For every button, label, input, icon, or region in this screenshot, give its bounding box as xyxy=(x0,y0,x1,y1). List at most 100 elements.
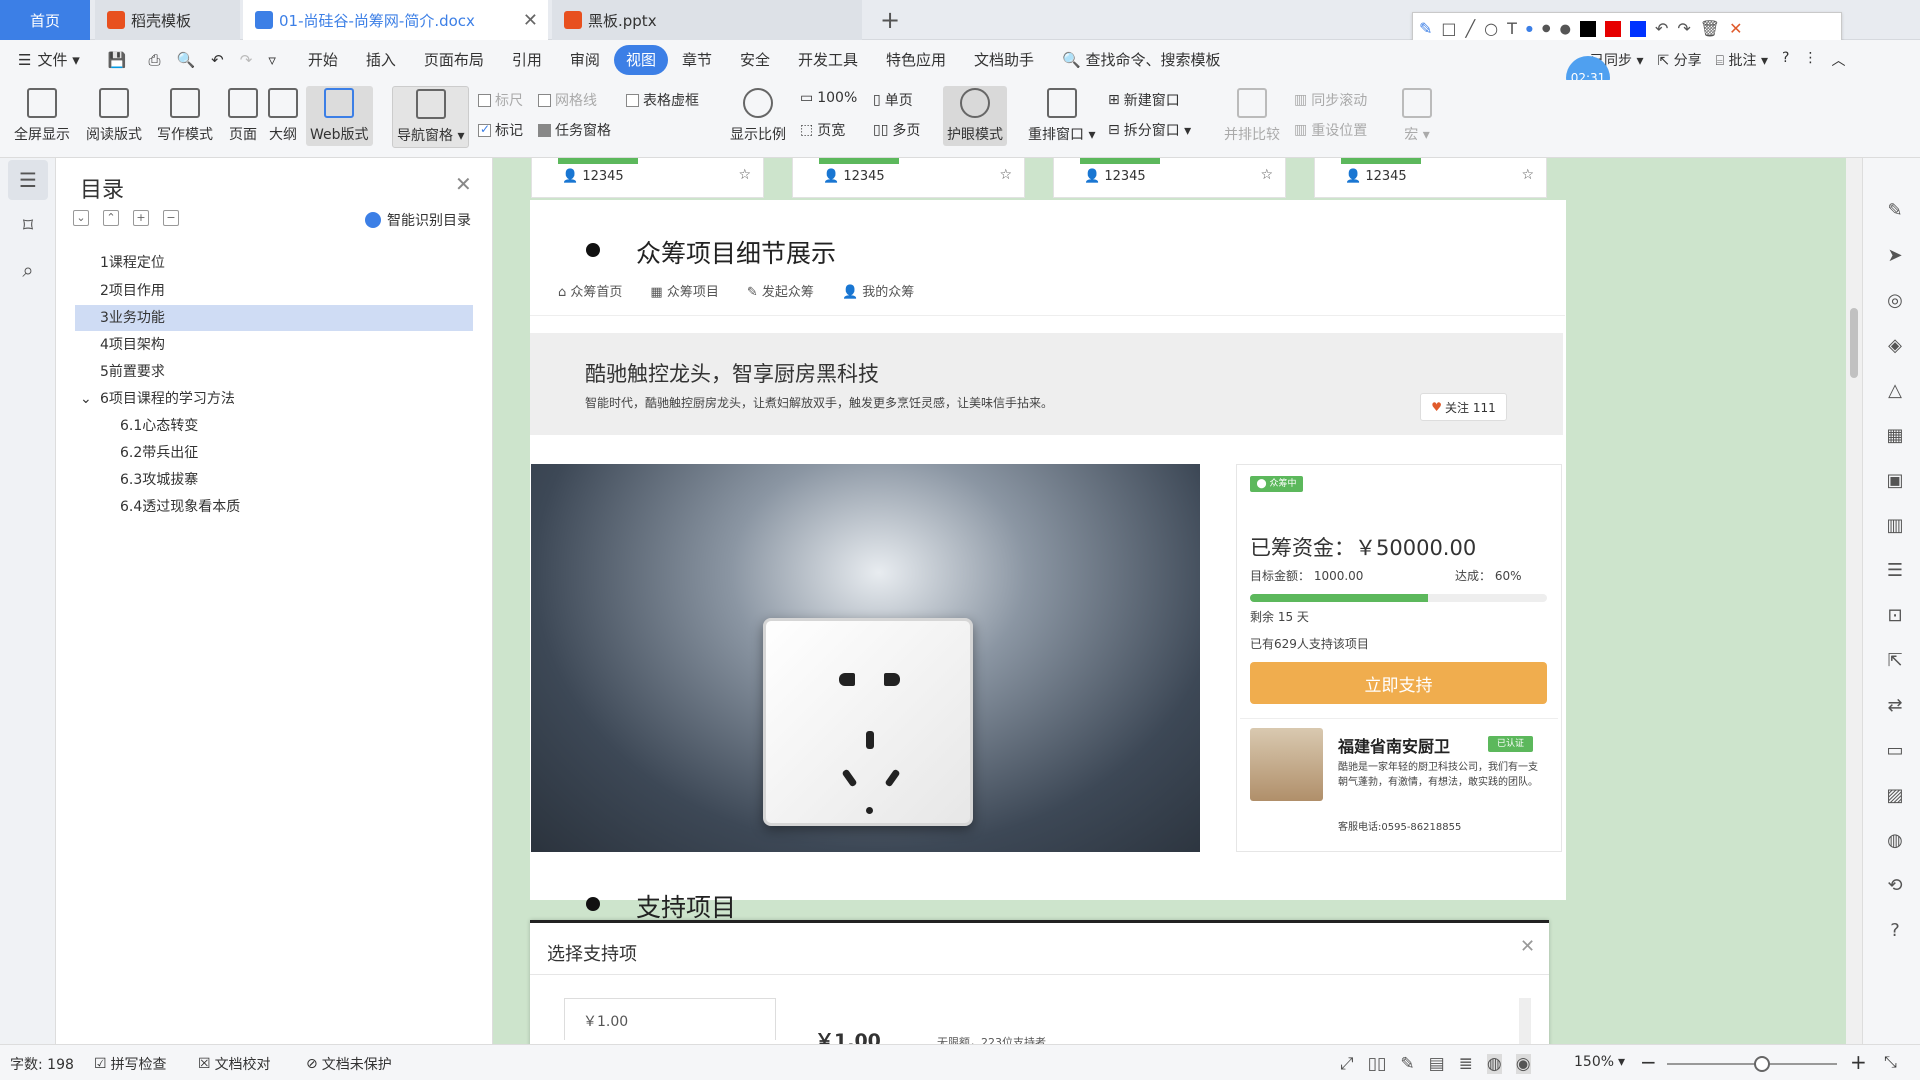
toc-item[interactable]: 6项目课程的学习方法 xyxy=(100,386,400,412)
outline-view-icon[interactable]: ≣ xyxy=(1459,1054,1473,1074)
page-view-button[interactable]: 页面 xyxy=(228,88,258,144)
project-card[interactable]: 👤 12345 ☆ xyxy=(1053,158,1286,198)
find-icon[interactable]: ⌕ xyxy=(8,250,48,290)
word-count[interactable]: 字数: 198 xyxy=(10,1054,74,1074)
menu-item[interactable]: 开发工具 xyxy=(784,45,872,75)
chart-icon[interactable]: ▥ xyxy=(1884,515,1906,537)
shield-icon[interactable]: ◍ xyxy=(1884,830,1906,852)
page-width-button[interactable]: ⬚ 页宽 xyxy=(800,120,845,140)
more-icon[interactable]: ⋮ xyxy=(1803,50,1817,70)
toc-item[interactable]: 6.3攻城拔寨 xyxy=(120,467,420,493)
print-icon[interactable]: ⎙ xyxy=(140,45,168,75)
proofread-button[interactable]: ☒ 文档校对 xyxy=(198,1054,271,1074)
color-blue-swatch[interactable] xyxy=(1629,21,1646,37)
dot-medium-icon[interactable]: ● xyxy=(1542,24,1551,34)
close-icon[interactable]: ✕ xyxy=(455,172,472,196)
history-icon[interactable]: ⟲ xyxy=(1884,875,1906,897)
toc-item[interactable]: 6.4透过现象看本质 xyxy=(120,494,420,520)
toc-item[interactable]: 5前置要求 xyxy=(100,359,400,385)
grid-icon[interactable]: ▣ xyxy=(1884,470,1906,492)
star-icon[interactable]: ☆ xyxy=(1521,167,1534,183)
nav-link[interactable]: ▦ 众筹项目 xyxy=(650,281,718,300)
writing-mode-icon[interactable]: ✎ xyxy=(1400,1054,1414,1074)
shapes-icon[interactable]: ◈ xyxy=(1884,335,1906,357)
side-by-side-button[interactable]: 并排比较 xyxy=(1224,88,1280,144)
undo-icon[interactable]: ↶ xyxy=(203,45,232,75)
collapse-all-icon[interactable]: ⌄ xyxy=(73,210,89,226)
toc-item[interactable]: 6.1心态转变 xyxy=(120,413,420,439)
smart-toc-button[interactable]: 智能识别目录 xyxy=(365,210,471,230)
project-card[interactable]: 👤 12345 ☆ xyxy=(531,158,764,198)
macro-button[interactable]: 宏 ▾ xyxy=(1402,88,1432,144)
ellipse-icon[interactable]: ○ xyxy=(1484,21,1498,37)
ruler-checkbox[interactable]: 标尺 xyxy=(478,90,523,110)
quick-access-dropdown-icon[interactable]: ▿ xyxy=(260,45,294,75)
zoom-slider[interactable] xyxy=(1667,1063,1837,1065)
remove-heading-icon[interactable]: − xyxy=(163,210,179,226)
menu-item[interactable]: 插入 xyxy=(352,45,410,75)
color-red-swatch[interactable] xyxy=(1604,21,1621,37)
web-view-icon[interactable]: ◍ xyxy=(1486,1054,1502,1074)
zoom-out-button[interactable]: − xyxy=(1640,1050,1657,1074)
picture-icon[interactable]: ▨ xyxy=(1884,785,1906,807)
close-tab-icon[interactable]: ✕ xyxy=(523,10,538,31)
menu-item[interactable]: 安全 xyxy=(726,45,784,75)
bookmark-icon[interactable]: ⌑ xyxy=(8,205,48,245)
single-page-button[interactable]: ▯ 单页 xyxy=(873,90,913,110)
toc-item[interactable]: 6.2带兵出征 xyxy=(120,440,420,466)
table-grid-checkbox[interactable]: 表格虚框 xyxy=(626,90,699,110)
support-option-item[interactable]: ￥1.00 xyxy=(564,998,776,1040)
spell-check-button[interactable]: ☑ 拼写检查 xyxy=(94,1054,167,1074)
text-tool-icon[interactable]: T xyxy=(1507,21,1517,37)
menu-item[interactable]: 章节 xyxy=(668,45,726,75)
nav-link[interactable]: 👤 我的众筹 xyxy=(842,281,914,300)
add-heading-icon[interactable]: + xyxy=(133,210,149,226)
close-drawbar-icon[interactable]: ✕ xyxy=(1729,21,1742,37)
reset-position-button[interactable]: ▥ 重设位置 xyxy=(1294,120,1367,140)
fullscreen-icon[interactable]: ⤢ xyxy=(1340,1054,1354,1074)
expand-up-icon[interactable]: ⌃ xyxy=(103,210,119,226)
menu-item[interactable]: 引用 xyxy=(498,45,556,75)
menu-item[interactable]: 文档助手 xyxy=(960,45,1048,75)
color-black-swatch[interactable] xyxy=(1579,21,1596,37)
menu-file[interactable]: 文件 ▾ xyxy=(37,45,93,75)
rectangle-icon[interactable]: □ xyxy=(1441,21,1456,37)
sliders-icon[interactable]: ☰ xyxy=(1884,560,1906,582)
menu-item[interactable]: 审阅 xyxy=(556,45,614,75)
collapse-ribbon-icon[interactable]: ︿ xyxy=(1831,50,1845,70)
save-icon[interactable]: 💾 xyxy=(94,45,141,75)
close-icon[interactable]: ✕ xyxy=(1520,936,1535,957)
outline-view-button[interactable]: 大纲 xyxy=(268,88,298,144)
location-icon[interactable]: ◎ xyxy=(1884,290,1906,312)
export-icon[interactable]: ⇱ xyxy=(1884,650,1906,672)
toc-list-icon[interactable]: ☰ xyxy=(8,160,48,200)
new-window-button[interactable]: ⊞ 新建窗口 xyxy=(1108,90,1180,110)
rearrange-windows-button[interactable]: 重排窗口 ▾ xyxy=(1028,88,1095,144)
fullscreen-button[interactable]: 全屏显示 xyxy=(14,88,70,144)
fit-window-icon[interactable]: ⤡ xyxy=(1884,1052,1897,1072)
menu-item[interactable]: 视图 xyxy=(613,45,668,75)
pointer-icon[interactable]: ➤ xyxy=(1884,245,1906,267)
help-icon[interactable]: ? xyxy=(1782,50,1789,70)
translate-icon[interactable]: ⇄ xyxy=(1884,695,1906,717)
protection-status[interactable]: ⊘ 文档未保护 xyxy=(306,1054,392,1074)
tab-home[interactable]: 首页 xyxy=(0,0,90,40)
writing-mode-button[interactable]: 写作模式 xyxy=(157,88,213,144)
star-icon[interactable]: ☆ xyxy=(738,167,751,183)
dot-large-icon[interactable]: ● xyxy=(1560,23,1571,36)
sync-scroll-button[interactable]: ▥ 同步滚动 xyxy=(1294,90,1367,110)
table-icon[interactable]: ▦ xyxy=(1884,425,1906,447)
trash-icon[interactable]: 🗑 xyxy=(1700,21,1720,37)
mark-checkbox[interactable]: 标记 xyxy=(478,120,523,140)
comment-button[interactable]: ⌸ 批注 ▾ xyxy=(1716,50,1768,70)
redo-icon[interactable]: ↷ xyxy=(232,45,261,75)
reading-mode-button[interactable]: 阅读版式 xyxy=(86,88,142,144)
redo-icon[interactable]: ↷ xyxy=(1677,21,1690,37)
gridlines-checkbox[interactable]: 网格线 xyxy=(538,90,597,110)
share-button[interactable]: ⇱ 分享 xyxy=(1657,50,1701,70)
scrollbar[interactable] xyxy=(1846,158,1862,1044)
triangle-icon[interactable]: △ xyxy=(1884,380,1906,402)
menu-item[interactable]: 页面布局 xyxy=(410,45,498,75)
eye-care-button[interactable]: 护眼模式 xyxy=(943,86,1007,146)
nav-link[interactable]: ⌂ 众筹首页 xyxy=(558,281,622,300)
